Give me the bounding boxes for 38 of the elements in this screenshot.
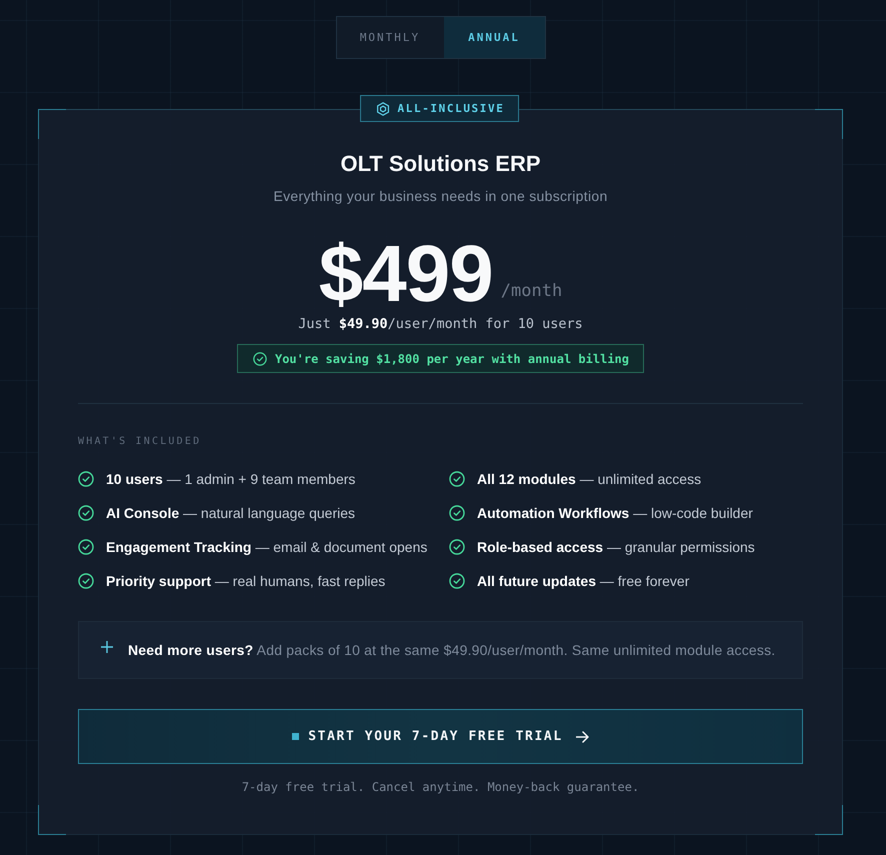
- feature-text: Engagement Tracking — email & document opens: [106, 539, 428, 555]
- billing-tab[interactable]: ANNUAL: [444, 17, 544, 58]
- check-circle-icon: [449, 573, 465, 589]
- check-circle-icon: [252, 352, 267, 366]
- corner-bracket: [815, 109, 843, 139]
- check-circle-icon: [78, 471, 94, 487]
- addon-text: Need more users? Add packs of 10 at the same $49.90/user/month. Same unlimited module access.: [128, 642, 776, 658]
- price-amount: $499: [318, 234, 493, 314]
- check-circle-icon: [78, 573, 94, 589]
- feature-text: All future updates — free forever: [477, 573, 690, 589]
- feature-text: Priority support — real humans, fast replies: [106, 573, 386, 589]
- feature-text: Automation Workflows — low-code builder: [477, 505, 753, 521]
- section-heading: WHAT'S INCLUDED: [78, 435, 202, 449]
- savings-text: You're saving $1,800 per year with annual billing: [274, 352, 629, 366]
- billing-tab[interactable]: MONTHLY: [336, 17, 444, 58]
- price-period: /month: [500, 281, 562, 301]
- arrow-right-icon: [576, 730, 589, 742]
- check-circle-icon: [78, 505, 94, 521]
- plus-icon: [101, 641, 113, 653]
- check-circle-icon: [449, 505, 465, 521]
- plan-category-label: ALL-INCLUSIVE: [398, 102, 504, 115]
- check-circle-icon: [449, 471, 465, 487]
- plan-title: OLT Solutions ERP: [340, 150, 541, 178]
- per-user-price-note: Just $49.90/user/month for 10 users: [298, 315, 583, 333]
- feature-text: AI Console — natural language queries: [106, 505, 356, 521]
- corner-bracket: [815, 805, 843, 835]
- check-circle-icon: [449, 539, 465, 555]
- plan-subtitle: Everything your business needs in one subscription: [273, 187, 608, 205]
- hexagon-icon: [376, 102, 390, 116]
- square-icon: [292, 733, 300, 740]
- footnote-text: 7-day free trial. Cancel anytime. Money-back guarantee.: [242, 779, 640, 795]
- start-trial-button[interactable]: START YOUR 7-DAY FREE TRIAL: [78, 709, 803, 764]
- check-circle-icon: [78, 539, 94, 555]
- corner-bracket: [38, 805, 66, 835]
- feature-text: All 12 modules — unlimited access: [477, 471, 702, 487]
- feature-text: Role-based access — granular permissions: [477, 539, 755, 555]
- feature-text: 10 users — 1 admin + 9 team members: [106, 471, 356, 487]
- corner-bracket: [38, 109, 66, 139]
